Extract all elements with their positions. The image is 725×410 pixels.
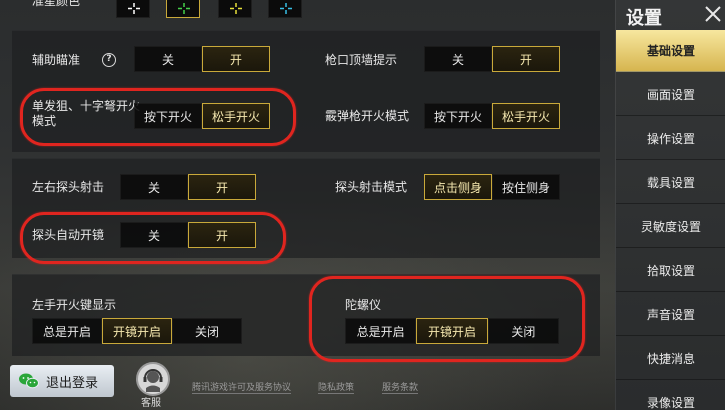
crosshair-swatch-green[interactable] (166, 0, 200, 18)
aim-assist-toggle: 关开 (134, 46, 270, 72)
shotgun-fire-option-0[interactable]: 按下开火 (424, 103, 492, 129)
sidebar-item-5[interactable]: 拾取设置 (616, 250, 725, 292)
help-icon[interactable]: ? (102, 53, 116, 67)
sidebar-item-8[interactable]: 录像设置 (616, 382, 725, 410)
muzzle-wall-hint-label: 枪口顶墙提示 (325, 53, 398, 67)
muzzle-wall-hint-option-0[interactable]: 关 (424, 46, 492, 72)
sidebar-item-1[interactable]: 画面设置 (616, 74, 725, 116)
settings-sidebar: 设置 基础设置 画面设置 操作设置 载具设置 灵敏度设置 拾取设置 声音设置 快捷消息 录像设置 (615, 0, 725, 410)
lean-fire-toggle: 关开 (120, 174, 256, 200)
crosshair-cyan-icon (280, 3, 292, 14)
terms-of-service-link[interactable]: 服务条款 (382, 380, 419, 394)
left-fire-display-label: 左手开火键显示 (32, 298, 117, 312)
customer-service-button[interactable] (136, 362, 170, 396)
crosshair-white-icon (128, 3, 140, 14)
license-agreement-link[interactable]: 腾讯游戏许可及服务协议 (192, 380, 292, 394)
lean-mode-label: 探头射击模式 (335, 180, 408, 194)
lean-fire-option-1[interactable]: 开 (188, 174, 256, 200)
crosshair-yellow-icon (230, 3, 242, 14)
aim-assist-label: 辅助瞄准 (32, 53, 81, 67)
crosshair-swatches (116, 0, 316, 20)
sidebar-item-2[interactable]: 操作设置 (616, 118, 725, 160)
highlight-ring-fire-mode (20, 88, 296, 146)
crosshair-swatch-cyan[interactable] (268, 0, 302, 18)
lean-mode-option-0[interactable]: 点击侧身 (424, 174, 492, 200)
privacy-policy-link[interactable]: 隐私政策 (318, 380, 355, 394)
logout-button[interactable]: 退出登录 (10, 365, 114, 397)
left-fire-display-toggle: 总是开启 开镜开启 关闭 (32, 318, 242, 344)
aim-assist-option-1[interactable]: 开 (202, 46, 270, 72)
highlight-ring-gyroscope (309, 276, 585, 362)
crosshair-swatch-white[interactable] (116, 0, 150, 18)
shotgun-fire-label: 霰弹枪开火模式 (325, 109, 410, 123)
left-fire-display-option-0[interactable]: 总是开启 (32, 318, 102, 344)
left-fire-display-option-1[interactable]: 开镜开启 (102, 318, 172, 344)
sidebar-title: 设置 (626, 8, 662, 29)
close-icon[interactable] (704, 5, 722, 23)
sidebar-item-0[interactable]: 基础设置 (616, 30, 725, 72)
crosshair-swatch-yellow[interactable] (218, 0, 252, 18)
crosshair-color-label: 准星颜色 (32, 0, 81, 8)
muzzle-wall-hint-toggle: 关开 (424, 46, 560, 72)
lean-fire-option-0[interactable]: 关 (120, 174, 188, 200)
wechat-icon (19, 373, 39, 389)
lean-fire-label: 左右探头射击 (32, 180, 105, 194)
crosshair-green-icon (178, 3, 190, 14)
logout-label: 退出登录 (46, 375, 99, 391)
sidebar-item-7[interactable]: 快捷消息 (616, 338, 725, 380)
left-fire-display-option-2[interactable]: 关闭 (172, 318, 242, 344)
customer-service-label: 客服 (141, 398, 161, 409)
headset-icon (143, 369, 163, 392)
sidebar-item-3[interactable]: 载具设置 (616, 162, 725, 204)
shotgun-fire-toggle: 按下开火 松手开火 (424, 103, 560, 129)
shotgun-fire-option-1[interactable]: 松手开火 (492, 103, 560, 129)
highlight-ring-auto-scope (20, 212, 286, 264)
lean-mode-option-1[interactable]: 按住侧身 (492, 174, 560, 200)
aim-assist-option-0[interactable]: 关 (134, 46, 202, 72)
settings-screen: 准星颜色 辅助瞄准 ? 关开 枪口顶墙提示 关开 单发狙、十字弩开火模式 按下开… (0, 0, 725, 410)
muzzle-wall-hint-option-1[interactable]: 开 (492, 46, 560, 72)
lean-mode-toggle: 点击侧身 按住侧身 (424, 174, 560, 200)
sidebar-item-4[interactable]: 灵敏度设置 (616, 206, 725, 248)
sidebar-item-6[interactable]: 声音设置 (616, 294, 725, 336)
